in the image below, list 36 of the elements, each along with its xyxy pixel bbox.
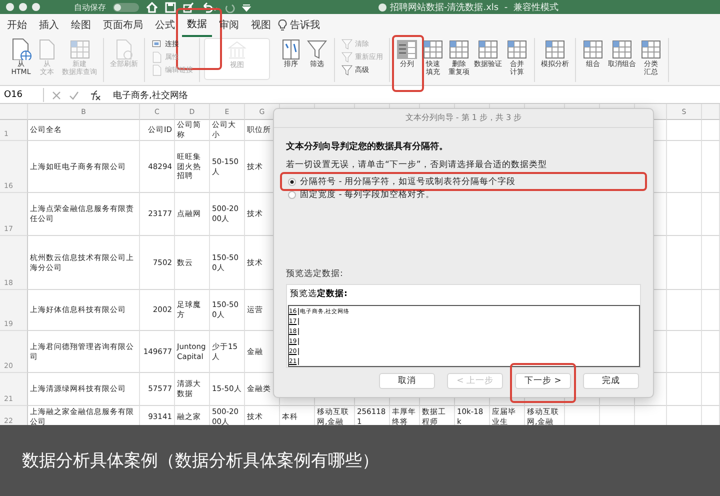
formula-field[interactable]: 电子商务,社交网络 (113, 88, 188, 102)
radio-label[interactable]: 分隔符号 - 用分隔字符，如逗号或制表符分隔每个字段 (300, 176, 516, 188)
dialog-button[interactable]: 取消 (379, 373, 435, 389)
funnel-icon (341, 51, 353, 63)
ribbon-tab[interactable]: 视图 (246, 14, 276, 36)
dialog-button[interactable]: 下一步 > (515, 373, 571, 389)
dialog-title: 文本分列向导 - 第 1 步，共 3 步 (274, 109, 653, 128)
autosave-label: 自动保存 (74, 2, 106, 12)
dropdown-icon[interactable] (242, 2, 251, 12)
ribbon-tab[interactable]: 开始 (2, 14, 32, 36)
preview-heading: 预览选定数据: (289, 288, 348, 301)
check-icon[interactable] (69, 90, 79, 100)
save-icon[interactable] (165, 2, 176, 12)
building-icon (226, 39, 248, 61)
ribbon-tab[interactable]: 插入 (34, 14, 64, 36)
dialog-button[interactable]: 完成 (583, 373, 639, 389)
home-icon[interactable] (146, 2, 158, 12)
ribbon-tab[interactable]: 页面布局 (98, 14, 148, 36)
dialog-heading: 文本分列向导判定您的数据具有分隔符。 (286, 140, 449, 153)
table-icon (68, 38, 90, 60)
lightbulb-icon[interactable] (278, 19, 287, 31)
radio-label[interactable]: 固定宽度 - 每列字段加空格对齐。 (300, 188, 434, 200)
funnel-icon (341, 64, 353, 76)
file-name: 招聘网站数据-清洗数据.xls - 兼容性模式 (390, 2, 558, 14)
radio-button[interactable] (288, 178, 296, 186)
caption-text: 数据分析具体案例（数据分析具体案例有哪些） (22, 450, 379, 472)
autosave-toggle[interactable] (113, 2, 139, 12)
name-box[interactable]: O16 (0, 88, 44, 102)
edit-icon[interactable] (183, 2, 194, 12)
ribbon-tab[interactable]: 公式 (150, 14, 180, 36)
undo-icon[interactable] (201, 2, 217, 12)
tell-me-search[interactable]: 告诉我 (290, 18, 320, 32)
instruction-text: 若一切设置无误，请单击“下一步”，否则请选择最合适的数据类型 (286, 159, 548, 171)
funnel-icon (341, 38, 353, 50)
preview-label: 预览选定数据: (286, 268, 344, 280)
ribbon-tab[interactable]: 绘图 (66, 14, 96, 36)
